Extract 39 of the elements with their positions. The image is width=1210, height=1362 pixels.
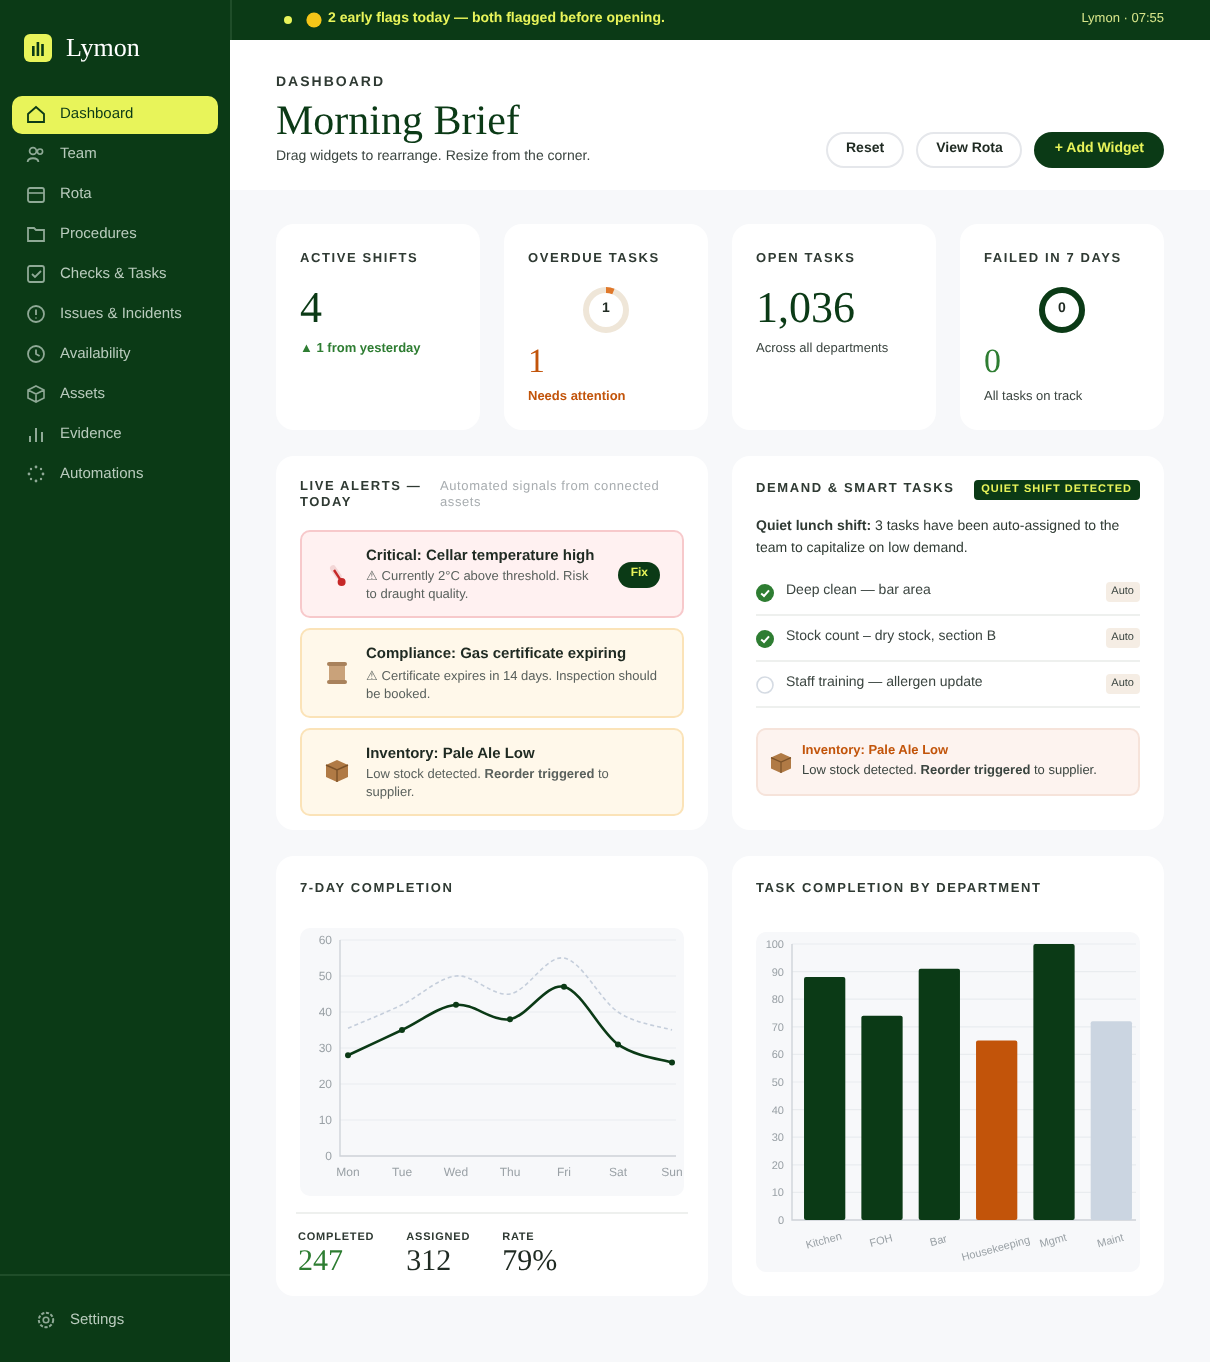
data-point [507,1015,513,1022]
stat-value: 1 [528,341,547,382]
checkbox-checked-icon[interactable] [756,629,774,648]
clock-icon [26,344,46,364]
coin-icon [306,12,322,28]
data-point [561,983,567,990]
thermometer-icon [324,561,350,588]
cube-icon [26,384,46,404]
checkbox-checked-icon[interactable] [756,583,774,602]
stat-value: 0 [984,341,1003,382]
data-point [345,1051,351,1058]
folder-icon [26,224,46,244]
dots-icon [26,464,46,484]
progress-ring [580,283,632,336]
total-value: 312 [406,1246,454,1280]
progress-ring [1036,283,1088,336]
home-icon [26,104,46,124]
scroll-icon [324,659,350,686]
stat-value: 4 [300,281,324,334]
page-title: Morning Brief [276,95,522,143]
people-icon [26,144,46,164]
logo-icon [24,33,52,62]
stat-value: 1,036 [756,281,857,334]
settings-icon [36,1309,56,1329]
data-point [615,1040,621,1047]
bar-chart-icon [26,424,46,444]
checkbox-icon[interactable] [756,675,774,694]
logo-text: Lymon [66,30,140,66]
total-value: 247 [298,1246,345,1280]
data-point [453,1001,459,1008]
alert-icon [26,304,46,324]
status-dot-icon [284,16,292,24]
data-point [399,1026,405,1033]
total-value: 79% [502,1246,558,1280]
checkbox-icon [26,264,46,284]
data-point [669,1058,675,1065]
box-icon [324,758,350,785]
calendar-icon [26,184,46,204]
box-icon [770,751,792,773]
